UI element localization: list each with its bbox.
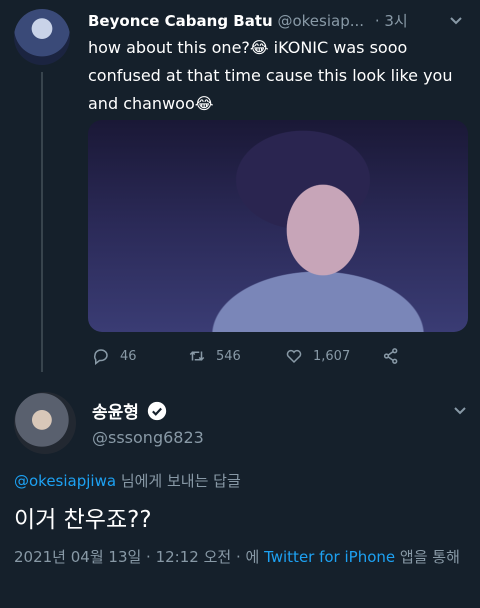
handle[interactable]: @okesiap... — [277, 12, 364, 30]
handle[interactable]: @sssong6823 — [92, 428, 204, 447]
meta-suffix: 앱을 통해 — [395, 548, 460, 566]
retweet-count: 546 — [216, 348, 241, 364]
heart-icon — [286, 349, 302, 364]
avatar[interactable] — [14, 392, 76, 454]
source-link[interactable]: Twitter for iPhone — [264, 548, 395, 566]
reply-icon — [93, 349, 108, 365]
reply-button[interactable]: 46 — [92, 344, 137, 368]
avatar[interactable] — [14, 9, 70, 65]
chevron-down-icon[interactable] — [452, 402, 468, 418]
like-button[interactable]: 1,607 — [285, 344, 350, 368]
tweet-meta: 2021년 04월 13일 · 12:12 오전 · 에 Twitter for… — [14, 545, 470, 569]
replying-to: @okesiapjiwa 님에게 보내는 답글 — [14, 470, 241, 491]
retweet-button[interactable]: 546 — [188, 344, 241, 368]
chevron-down-icon[interactable] — [448, 12, 464, 28]
tweet-photo[interactable] — [88, 120, 468, 332]
tweet-text: how about this one?😂 iKONIC was sooo con… — [88, 38, 453, 113]
mention-link[interactable]: @okesiapjiwa — [14, 472, 116, 490]
share-icon — [383, 348, 398, 364]
tweet-header: Beyonce Cabang Batu @okesiap... · 3시 — [88, 10, 468, 32]
like-count: 1,607 — [313, 348, 351, 364]
tweet-actions: 46 546 1,607 — [92, 344, 412, 368]
verified-badge-icon — [147, 401, 167, 420]
timestamp: 2021년 04월 13일 · 12:12 오전 · 에 — [14, 548, 265, 566]
timestamp[interactable]: 3시 — [384, 12, 407, 30]
share-button[interactable] — [382, 344, 400, 368]
display-name[interactable]: Beyonce Cabang Batu — [88, 12, 273, 30]
reply-suffix: 님에게 보내는 답글 — [116, 472, 241, 490]
retweet-icon — [189, 351, 205, 361]
tweet-text: 이거 찬우죠?? — [14, 507, 152, 533]
display-name[interactable]: 송윤형 — [92, 398, 139, 423]
reply-count: 46 — [120, 348, 137, 364]
separator: · — [374, 12, 380, 30]
thread-connector — [41, 72, 43, 372]
display-name-row[interactable]: 송윤형 — [92, 398, 167, 423]
